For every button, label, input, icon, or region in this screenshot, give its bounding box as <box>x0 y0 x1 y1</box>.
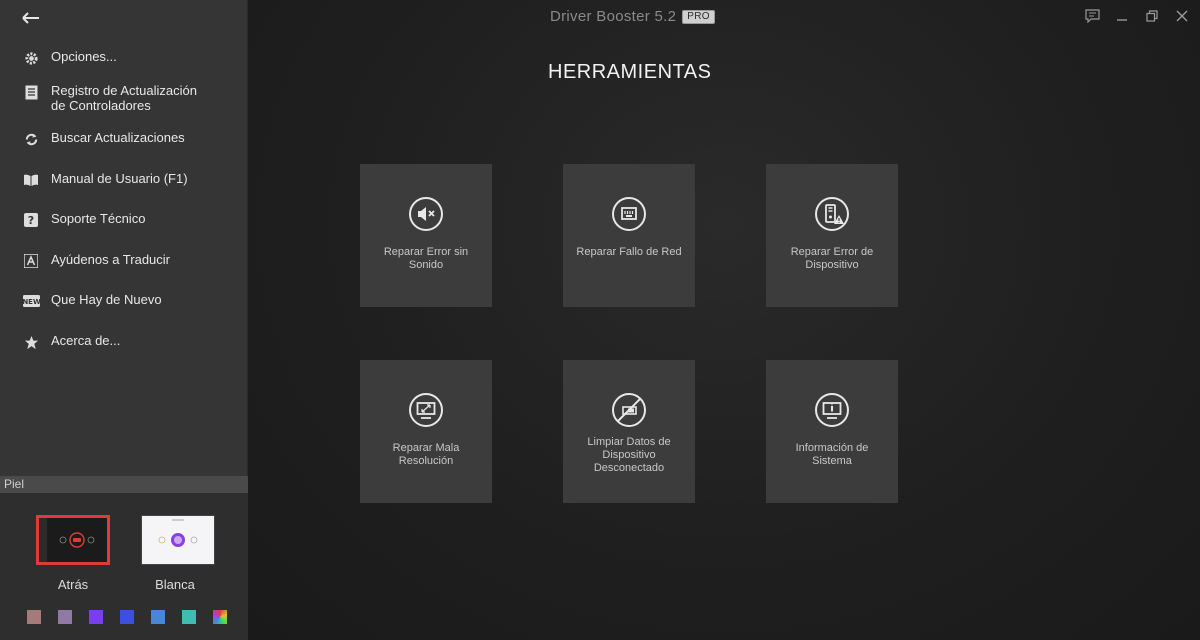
tool-label: Reparar Error sin Sonido <box>383 246 469 271</box>
sidebar-item-tech-support[interactable]: ? Soporte Técnico <box>0 211 157 228</box>
tool-fix-no-sound[interactable]: Reparar Error sin Sonido <box>360 164 492 307</box>
restore-button[interactable] <box>1144 8 1160 24</box>
skin-light-preview <box>142 516 214 564</box>
tool-label: Reparar Mala Resolución <box>392 442 460 467</box>
restore-icon <box>1146 10 1158 22</box>
log-icon <box>22 84 40 100</box>
skin-dark-preview <box>39 518 107 562</box>
sidebar-item-label: Que Hay de Nuevo <box>51 292 162 307</box>
sidebar-item-label: Acerca de... <box>51 333 121 348</box>
sidebar-item-label: Ayúdenos a Traducir <box>51 252 170 267</box>
skin-panel: Atrás Blanca <box>0 493 248 640</box>
tool-system-info[interactable]: Información de Sistema <box>766 360 898 503</box>
color-swatch-sky[interactable] <box>151 610 165 624</box>
tool-fix-device[interactable]: Reparar Error de Dispositivo <box>766 164 898 307</box>
sidebar-item-options[interactable]: Opciones... <box>0 49 129 66</box>
new-icon: NEW <box>22 293 40 309</box>
refresh-icon <box>22 131 40 147</box>
sidebar-item-label: Opciones... <box>51 49 117 64</box>
app-title: Driver Booster 5.2 <box>550 8 677 25</box>
translate-icon <box>22 253 40 269</box>
tool-fix-network[interactable]: Reparar Fallo de Red <box>563 164 695 307</box>
tool-label: Reparar Error de Dispositivo <box>790 246 874 271</box>
color-swatch-violet[interactable] <box>89 610 103 624</box>
skin-label-dark: Atrás <box>57 577 89 592</box>
gear-icon <box>22 50 40 66</box>
feedback-icon <box>1084 9 1100 23</box>
tool-label: Limpiar Datos de Dispositivo Desconectad… <box>587 436 671 474</box>
color-swatch-blue[interactable] <box>120 610 134 624</box>
sidebar-item-check-updates[interactable]: Buscar Actualizaciones <box>0 130 197 147</box>
tool-clean-disconnected-device[interactable]: Limpiar Datos de Dispositivo Desconectad… <box>563 360 695 503</box>
sidebar-item-whats-new[interactable]: NEW Que Hay de Nuevo <box>0 292 174 309</box>
tool-label: Reparar Fallo de Red <box>576 246 682 258</box>
network-port-icon <box>612 197 646 231</box>
page-title: HERRAMIENTAS <box>548 61 712 83</box>
sidebar-item-label: Manual de Usuario (F1) <box>51 171 188 186</box>
system-info-icon <box>815 393 849 427</box>
device-clean-icon <box>612 393 646 427</box>
minimize-button[interactable] <box>1114 8 1130 24</box>
sidebar-item-about[interactable]: Acerca de... <box>0 333 132 350</box>
pro-badge: PRO <box>682 10 715 24</box>
feedback-button[interactable] <box>1084 8 1100 24</box>
book-icon <box>22 172 40 188</box>
help-icon: ? <box>22 212 40 228</box>
close-button[interactable] <box>1174 8 1190 24</box>
skin-option-light[interactable] <box>141 515 215 565</box>
tool-fix-resolution[interactable]: Reparar Mala Resolución <box>360 360 492 503</box>
sidebar-item-user-manual[interactable]: Manual de Usuario (F1) <box>0 171 200 188</box>
sidebar-item-label: Registro de Actualización de Controlador… <box>51 83 197 113</box>
sidebar-item-update-log[interactable]: Registro de Actualización de Controlador… <box>0 83 223 113</box>
skin-section-header: Piel <box>0 476 248 493</box>
svg-text:NEW: NEW <box>23 298 40 306</box>
color-swatch-multicolor[interactable] <box>213 610 227 624</box>
svg-text:?: ? <box>28 214 34 227</box>
minimize-icon <box>1117 19 1127 21</box>
back-button[interactable] <box>22 10 42 28</box>
window-title: Driver Booster 5.2 PRO <box>550 8 715 25</box>
skin-label-light: Blanca <box>155 577 195 592</box>
sidebar-item-label: Soporte Técnico <box>51 211 146 226</box>
color-swatch-mauve[interactable] <box>58 610 72 624</box>
main-panel: Driver Booster 5.2 PRO HERRAMIENTAS Repar… <box>248 0 1200 640</box>
sidebar-item-label: Buscar Actualizaciones <box>51 130 185 145</box>
arrow-left-icon <box>22 12 39 24</box>
sidebar: Opciones... Registro de Actualización de… <box>0 0 248 640</box>
tool-label: Información de Sistema <box>795 442 869 467</box>
window-controls <box>1084 8 1190 24</box>
close-icon <box>1176 10 1188 22</box>
speaker-mute-icon <box>409 197 443 231</box>
color-swatch-teal[interactable] <box>182 610 196 624</box>
device-warning-icon <box>815 197 849 231</box>
sidebar-item-translate[interactable]: Ayúdenos a Traducir <box>0 252 182 269</box>
monitor-resolution-icon <box>409 393 443 427</box>
color-swatch-rose[interactable] <box>27 610 41 624</box>
skin-option-dark[interactable] <box>36 515 110 565</box>
color-swatches <box>27 610 227 624</box>
star-icon <box>22 334 40 350</box>
